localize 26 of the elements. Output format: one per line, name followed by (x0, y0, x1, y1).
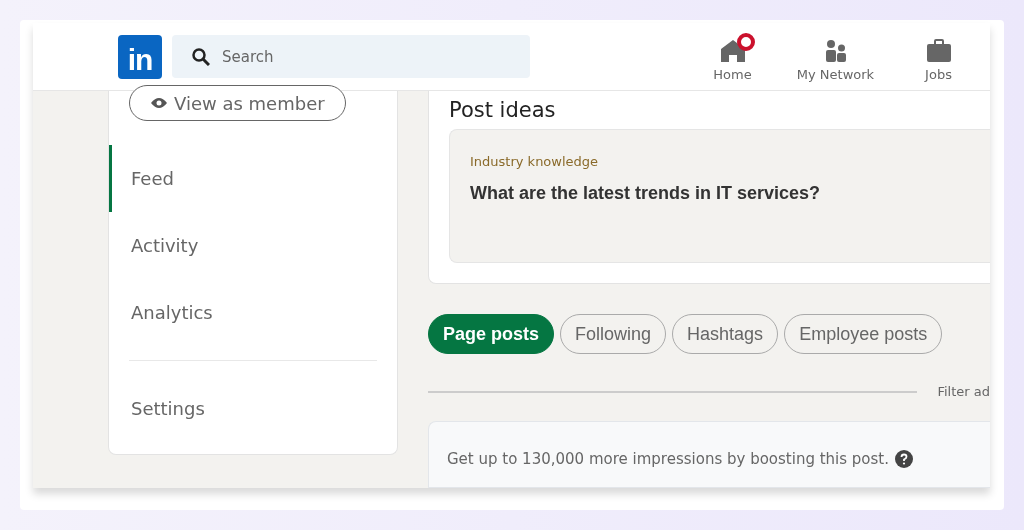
idea-question: What are the latest trends in IT services? (470, 183, 822, 204)
search-field[interactable]: Search (172, 35, 530, 78)
sidebar-item[interactable]: Feed (109, 145, 397, 212)
filter-chip[interactable]: Following (560, 314, 667, 354)
filter-chip[interactable]: Page posts (428, 314, 555, 354)
nav-item[interactable]: Jobs (887, 31, 990, 82)
boost-text: Get up to 130,000 more impressions by boosting this post. (447, 450, 889, 468)
sidebar-item[interactable]: Activity (109, 212, 397, 279)
filter-chip[interactable]: Hashtags (672, 314, 779, 354)
section-title: Post ideas (449, 97, 557, 124)
house-icon (719, 39, 746, 63)
search-icon (192, 48, 210, 66)
people-icon (823, 39, 848, 63)
nav-item[interactable]: My Network (784, 31, 887, 82)
nav-item[interactable]: Home (681, 31, 784, 82)
idea-card[interactable]: Industry knowledge What are the latest trends in IT services? (449, 129, 990, 263)
help-icon[interactable] (895, 450, 913, 468)
filter-chip[interactable]: Employee posts (784, 314, 943, 354)
eye-icon (150, 97, 168, 109)
sidebar-item[interactable]: Analytics (109, 279, 397, 346)
idea-category: Industry knowledge (470, 154, 600, 169)
logo[interactable]: in (118, 34, 162, 79)
briefcase-icon (925, 39, 952, 63)
sidebar-item[interactable]: Settings (109, 375, 397, 442)
view-as-member-button[interactable]: View as member (129, 85, 346, 121)
filter-label[interactable]: Filter ad (937, 384, 990, 399)
